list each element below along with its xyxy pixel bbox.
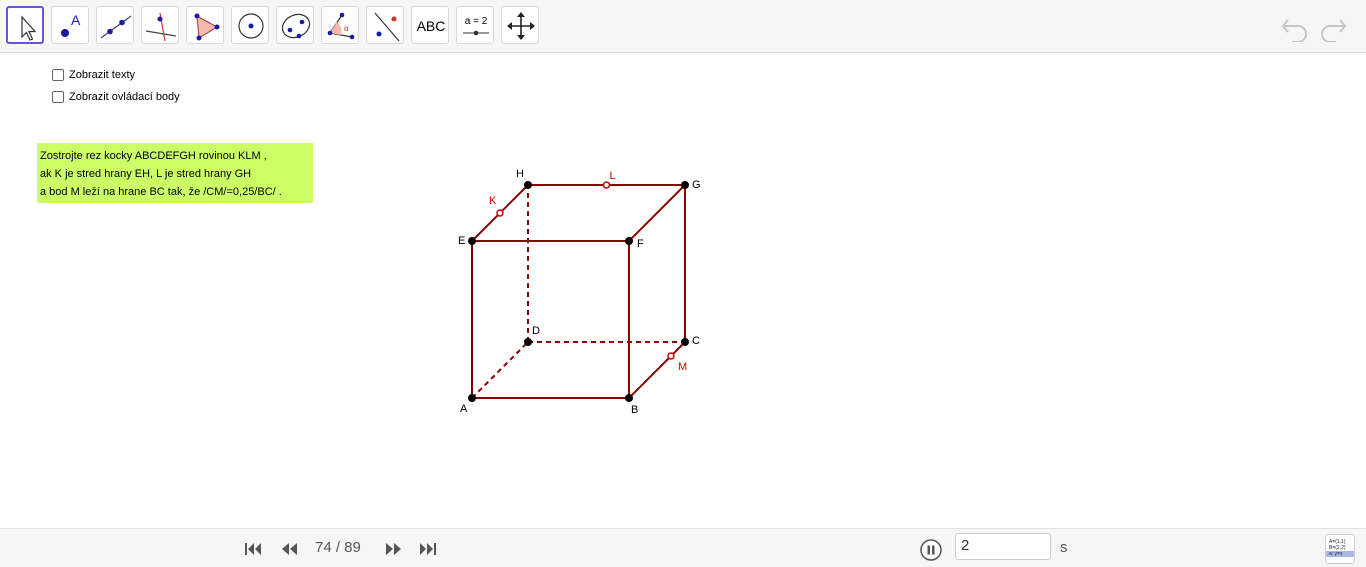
polygon-icon	[194, 13, 220, 41]
cube-edge-GF	[628, 184, 686, 242]
vertex-label-E: E	[458, 235, 465, 247]
move-view-tool-button[interactable]	[501, 6, 539, 44]
text-tool-label: ABC	[416, 18, 446, 34]
vertex-label-G: G	[692, 179, 701, 191]
geometry-canvas[interactable]: A B C D E F G H K L M	[0, 53, 1366, 528]
vertex-label-C: C	[692, 335, 700, 347]
slider-tool-button[interactable]: a = 2	[456, 6, 494, 44]
perpendicular-icon	[145, 12, 177, 42]
speed-unit: s	[1060, 539, 1068, 556]
vertex-label-D: D	[532, 325, 540, 337]
step-counter: 74 / 89	[315, 539, 361, 556]
line-tool-button[interactable]	[96, 6, 134, 44]
vertex-point-B	[625, 394, 633, 402]
vertex-point-C	[681, 338, 689, 346]
vertex-label-B: B	[631, 404, 638, 416]
vertex-label-H: H	[516, 168, 524, 180]
circle-icon	[238, 13, 264, 39]
reflect-icon	[374, 12, 400, 42]
speed-input[interactable]: 2	[955, 533, 1051, 560]
last-step-icon[interactable]	[418, 541, 438, 557]
vertex-point-F	[625, 237, 633, 245]
section-point-K	[496, 209, 504, 217]
algebra-line: a: y=x	[1326, 551, 1354, 557]
vertex-point-D	[524, 338, 532, 346]
redo-icon[interactable]	[1318, 12, 1348, 42]
angle-tool-label: α	[344, 24, 349, 33]
line-icon	[100, 15, 132, 39]
undo-icon[interactable]	[1280, 12, 1310, 42]
first-step-icon[interactable]	[243, 541, 263, 557]
vertex-label-F: F	[637, 238, 644, 250]
move-arrows-icon	[507, 12, 535, 40]
cube-figure: A B C D E F G H K L M	[458, 168, 701, 416]
playback-bar: 74 / 89 2 s A=(1,1) B=(2,2) a: y=x	[0, 528, 1366, 567]
reflect-tool-button[interactable]	[366, 6, 404, 44]
ellipse-tool-button[interactable]	[276, 6, 314, 44]
ellipse-icon	[281, 13, 311, 39]
circle-tool-button[interactable]	[231, 6, 269, 44]
point-tool-button[interactable]: A	[51, 6, 89, 44]
section-label-L: L	[610, 170, 616, 182]
vertex-point-E	[468, 237, 476, 245]
algebra-line: A=(1,1)	[1329, 539, 1346, 545]
vertex-label-A: A	[460, 403, 468, 415]
polygon-tool-button[interactable]	[186, 6, 224, 44]
slider-tool-label: a = 2	[465, 16, 488, 27]
cube-edge-CB	[628, 341, 686, 399]
previous-step-icon[interactable]	[280, 541, 300, 557]
pause-icon[interactable]	[920, 539, 942, 561]
slider-icon: a = 2	[463, 16, 489, 36]
move-tool-button[interactable]	[6, 6, 44, 44]
section-label-K: K	[489, 195, 497, 207]
vertex-point-A	[468, 394, 476, 402]
angle-tool-button[interactable]: α	[321, 6, 359, 44]
cursor-arrow-icon	[21, 15, 37, 41]
point-icon: A	[61, 12, 81, 37]
vertex-point-H	[524, 181, 532, 189]
section-point-L	[602, 181, 611, 189]
section-label-M: M	[678, 361, 687, 373]
text-tool-button[interactable]: ABC	[411, 6, 449, 44]
next-step-icon[interactable]	[383, 541, 403, 557]
section-point-M	[667, 352, 675, 360]
vertex-point-G	[681, 181, 689, 189]
perpendicular-line-tool-button[interactable]	[141, 6, 179, 44]
algebra-view-button[interactable]: A=(1,1) B=(2,2) a: y=x	[1325, 534, 1355, 564]
angle-icon: α	[327, 12, 355, 40]
hidden-edge-AD	[471, 341, 529, 399]
point-tool-label: A	[71, 12, 81, 28]
toolbar: A α ABC a = 2	[0, 0, 1366, 53]
